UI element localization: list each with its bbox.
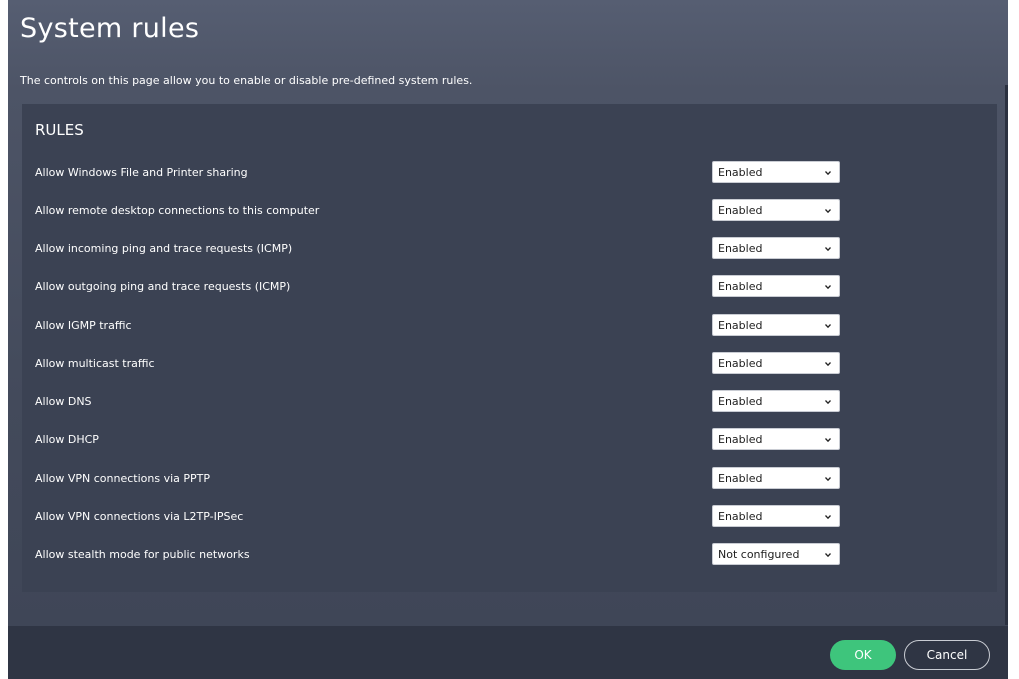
page-description: The controls on this page allow you to e… — [20, 74, 473, 87]
rule-label: Allow DNS — [35, 395, 92, 408]
page-title: System rules — [20, 13, 200, 44]
chevron-down-icon — [825, 477, 831, 482]
rule-row-multicast: Allow multicast traffic Enabled — [35, 352, 840, 376]
rule-label: Allow Windows File and Printer sharing — [35, 166, 248, 179]
select-value: Enabled — [718, 280, 763, 293]
chevron-down-icon — [825, 285, 831, 290]
rule-row-dhcp: Allow DHCP Enabled — [35, 428, 840, 452]
chevron-down-icon — [825, 553, 831, 558]
select-value: Enabled — [718, 357, 763, 370]
select-value: Enabled — [718, 472, 763, 485]
select-value: Enabled — [718, 510, 763, 523]
rule-row-outgoing-icmp: Allow outgoing ping and trace requests (… — [35, 275, 840, 299]
select-value: Enabled — [718, 395, 763, 408]
rule-label: Allow VPN connections via L2TP-IPSec — [35, 510, 244, 523]
dialog-footer: OK Cancel — [8, 626, 1008, 679]
chevron-down-icon — [825, 247, 831, 252]
chevron-down-icon — [825, 400, 831, 405]
select-value: Enabled — [718, 433, 763, 446]
rule-label: Allow stealth mode for public networks — [35, 548, 250, 561]
rule-label: Allow VPN connections via PPTP — [35, 472, 211, 485]
rule-select-dhcp[interactable]: Enabled — [712, 428, 840, 450]
rule-select-file-printer-sharing[interactable]: Enabled — [712, 161, 840, 183]
rule-label: Allow incoming ping and trace requests (… — [35, 242, 293, 255]
ok-button[interactable]: OK — [830, 640, 896, 670]
rules-panel: RULES Allow Windows File and Printer sha… — [22, 104, 997, 592]
rule-label: Allow remote desktop connections to this… — [35, 204, 320, 217]
rule-select-vpn-pptp[interactable]: Enabled — [712, 467, 840, 489]
rule-select-multicast[interactable]: Enabled — [712, 352, 840, 374]
rule-select-igmp[interactable]: Enabled — [712, 314, 840, 336]
chevron-down-icon — [825, 209, 831, 214]
rule-label: Allow multicast traffic — [35, 357, 155, 370]
rule-row-igmp: Allow IGMP traffic Enabled — [35, 314, 840, 338]
select-value: Enabled — [718, 204, 763, 217]
select-value: Enabled — [718, 166, 763, 179]
chevron-down-icon — [825, 362, 831, 367]
rules-heading: RULES — [35, 121, 84, 139]
chevron-down-icon — [825, 515, 831, 520]
select-value: Not configured — [718, 548, 800, 561]
rule-row-remote-desktop: Allow remote desktop connections to this… — [35, 199, 840, 223]
rule-row-dns: Allow DNS Enabled — [35, 390, 840, 414]
select-value: Enabled — [718, 242, 763, 255]
rule-row-incoming-icmp: Allow incoming ping and trace requests (… — [35, 237, 840, 261]
cancel-button[interactable]: Cancel — [904, 640, 990, 670]
rule-select-stealth-mode[interactable]: Not configured — [712, 543, 840, 565]
rule-select-remote-desktop[interactable]: Enabled — [712, 199, 840, 221]
chevron-down-icon — [825, 438, 831, 443]
rule-label: Allow IGMP traffic — [35, 319, 132, 332]
rule-label: Allow DHCP — [35, 433, 99, 446]
rule-row-vpn-pptp: Allow VPN connections via PPTP Enabled — [35, 467, 840, 491]
rule-row-file-printer-sharing: Allow Windows File and Printer sharing E… — [35, 161, 840, 185]
rule-label: Allow outgoing ping and trace requests (… — [35, 280, 291, 293]
rule-select-incoming-icmp[interactable]: Enabled — [712, 237, 840, 259]
rule-select-outgoing-icmp[interactable]: Enabled — [712, 275, 840, 297]
chevron-down-icon — [825, 171, 831, 176]
scrollbar[interactable] — [1005, 85, 1008, 625]
select-value: Enabled — [718, 319, 763, 332]
rule-select-dns[interactable]: Enabled — [712, 390, 840, 412]
rule-row-vpn-l2tp: Allow VPN connections via L2TP-IPSec Ena… — [35, 505, 840, 529]
chevron-down-icon — [825, 324, 831, 329]
rule-row-stealth-mode: Allow stealth mode for public networks N… — [35, 543, 840, 567]
rule-select-vpn-l2tp[interactable]: Enabled — [712, 505, 840, 527]
system-rules-dialog: System rules The controls on this page a… — [8, 0, 1008, 679]
